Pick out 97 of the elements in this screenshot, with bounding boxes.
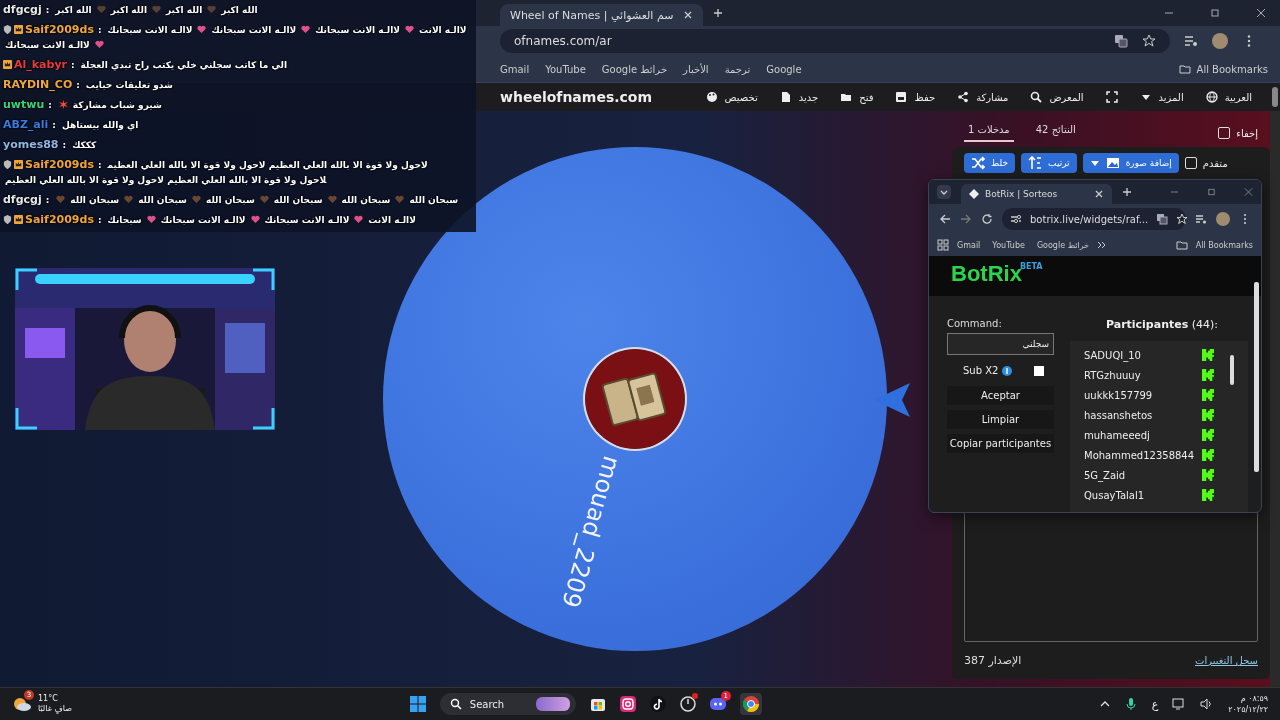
- command-field[interactable]: سجلني: [947, 333, 1054, 355]
- bookmark[interactable]: ترجمة: [724, 63, 751, 75]
- changelog-link[interactable]: سجل التغييرات: [1195, 655, 1258, 666]
- participant-name: muhameeedj: [1084, 429, 1151, 441]
- panel-button[interactable]: خلط: [964, 153, 1016, 173]
- command-label: Command:: [947, 318, 1003, 329]
- chat-text: كككك: [72, 140, 97, 150]
- participants-title: Participantes (44):: [1104, 318, 1220, 331]
- chat-text: شيرو شباب مشاركة: [72, 100, 162, 110]
- chat-text: سبحان الله: [70, 195, 120, 205]
- bookmark[interactable]: Google خرائط: [601, 63, 668, 75]
- chat-text: الله اكبر: [55, 5, 92, 15]
- bookmark[interactable]: Google خرائط: [1036, 240, 1090, 250]
- browser-tab[interactable]: Wheel of Names | سم العشوائي: [500, 4, 704, 26]
- action-button[interactable]: Copiar participantes: [947, 434, 1054, 453]
- chat-username[interactable]: Saif2009ds: [25, 158, 94, 171]
- address-bar[interactable]: botrix.live/widgets/raf...: [1002, 208, 1186, 230]
- chat-separator: :: [45, 5, 50, 15]
- participant-name: SADUQI_10: [1084, 349, 1142, 361]
- version-text: الإصدار 387: [964, 654, 1022, 667]
- chat-username[interactable]: RAYDIN_CO: [3, 78, 73, 91]
- chat-text: سبحان الله: [273, 195, 323, 205]
- chat-text: لاالـه الانت سبحانك: [211, 25, 297, 35]
- participant-name: hassanshetos: [1084, 409, 1154, 421]
- chat-separator: :: [76, 80, 80, 90]
- chat-text: اي والله بيستاهل: [61, 120, 139, 130]
- toolbar-button[interactable]: تخصيص: [705, 91, 758, 103]
- chat-separator: :: [52, 120, 56, 130]
- chat-username[interactable]: Saif2009ds: [25, 213, 94, 226]
- weather-text: صافٍ غالبًا: [38, 704, 72, 714]
- chat-separator: :: [97, 215, 102, 225]
- browser-tab[interactable]: BotRix | Sorteos: [961, 184, 1112, 204]
- panel-button[interactable]: ترتيب: [1021, 153, 1077, 173]
- bookmark[interactable]: Gmail: [500, 63, 530, 75]
- chat-text: لاالـه الانت: [419, 25, 467, 35]
- clock-time[interactable]: ٠٨:٥٩ م: [1240, 693, 1268, 704]
- all-bookmarks[interactable]: All Bookmarks: [1196, 63, 1268, 75]
- sub-label: Sub X2: [963, 365, 999, 376]
- chat-text: سبحانك: [107, 215, 142, 225]
- clock-date[interactable]: ٢٠٢٥/١٢/٢٢: [1228, 704, 1268, 715]
- chat-username[interactable]: dfgcgj: [3, 193, 42, 206]
- panel-tab[interactable]: 42 النتائج: [1031, 124, 1080, 142]
- chat-text: الله اكبر: [221, 5, 258, 15]
- address-bar[interactable]: ofnames.com/ar: [500, 29, 1170, 53]
- bookmark[interactable]: Gmail: [957, 240, 981, 250]
- bookmark[interactable]: YouTube: [545, 63, 586, 75]
- participant-name: QusayTalal1: [1084, 489, 1146, 501]
- all-bookmarks[interactable]: All Bookmarks: [1195, 240, 1253, 250]
- temperature: 11°C: [38, 694, 59, 704]
- chat-text: لاحول ولا قوة الا بالله العلي العظيم لاحول ولا قوة الا بالله العلي العظيم: [5, 175, 327, 185]
- participant-name: 5G_Zaid: [1084, 469, 1127, 481]
- chat-separator: :: [97, 160, 102, 170]
- hide-label: إخفاء: [1236, 127, 1258, 139]
- toolbar-button[interactable]: جديد: [779, 91, 819, 103]
- bookmark[interactable]: الأخبار: [683, 63, 709, 75]
- participant-name: uukkk157799: [1084, 389, 1154, 401]
- chat-text: شدو تعليقات حبايب: [85, 80, 173, 90]
- bookmark[interactable]: Google: [766, 63, 802, 75]
- chat-text: الله اكبر: [165, 5, 203, 15]
- chat-text: لاالـه الانت سبحانك: [315, 25, 400, 35]
- action-button[interactable]: Aceptar: [947, 386, 1054, 405]
- action-button[interactable]: Limpiar: [947, 410, 1054, 429]
- chat-text: الي ما كاتب سجلني خلي يكتب راح تبدي العجلة: [80, 60, 287, 70]
- toolbar-button[interactable]: العربية: [1205, 91, 1252, 103]
- chat-text: لاالـه الانت سبحانك: [5, 40, 90, 50]
- chat-text: سبحان الله: [409, 195, 459, 205]
- toolbar-button[interactable]: فتح: [840, 91, 874, 103]
- chat-text: الله اكبر: [110, 5, 147, 15]
- chat-text: سبحان الله: [205, 195, 255, 205]
- chat-username[interactable]: Al_kabyr: [14, 58, 67, 71]
- advanced-label: متقدم: [1202, 157, 1228, 169]
- chat-separator: :: [62, 140, 67, 150]
- participant-name: RTGzhuuuy: [1084, 369, 1142, 381]
- chat-separator: :: [45, 195, 50, 205]
- site-logo[interactable]: wheelofnames.com: [500, 89, 653, 105]
- chat-text: لاالـه الانت سبحانك: [107, 25, 193, 35]
- panel-button[interactable]: إضافة صورة: [1082, 153, 1179, 173]
- toolbar-button[interactable]: مشاركة: [957, 91, 1009, 103]
- chat-separator: :: [48, 100, 52, 110]
- participant-name: Mohammed12358844: [1084, 449, 1196, 461]
- toolbar-button[interactable]: المزيد: [1139, 91, 1184, 103]
- chat-text: لاالـه الانت سبحانك: [264, 215, 350, 225]
- chat-username[interactable]: yomes88: [3, 138, 59, 151]
- chat-username[interactable]: ABZ_ali: [3, 118, 49, 131]
- chat-separator: :: [71, 60, 75, 70]
- toolbar-button[interactable]: حفظ: [895, 91, 936, 103]
- bookmark[interactable]: YouTube: [992, 240, 1025, 250]
- chat-username[interactable]: uwtwu: [3, 98, 45, 111]
- chat-username[interactable]: dfgcgj: [3, 3, 42, 16]
- chat-text: لاالـه الانت سبحانك: [160, 215, 246, 225]
- chat-separator: :: [97, 25, 102, 35]
- chat-text: سبحان الله: [138, 195, 187, 205]
- input-language[interactable]: ع: [1151, 697, 1159, 711]
- panel-tab[interactable]: 1 مدخلات: [964, 124, 1014, 142]
- chat-username[interactable]: Saif2009ds: [25, 23, 94, 36]
- taskbar-search[interactable]: Search: [439, 693, 576, 715]
- toolbar-button[interactable]: المعرض: [1030, 91, 1084, 103]
